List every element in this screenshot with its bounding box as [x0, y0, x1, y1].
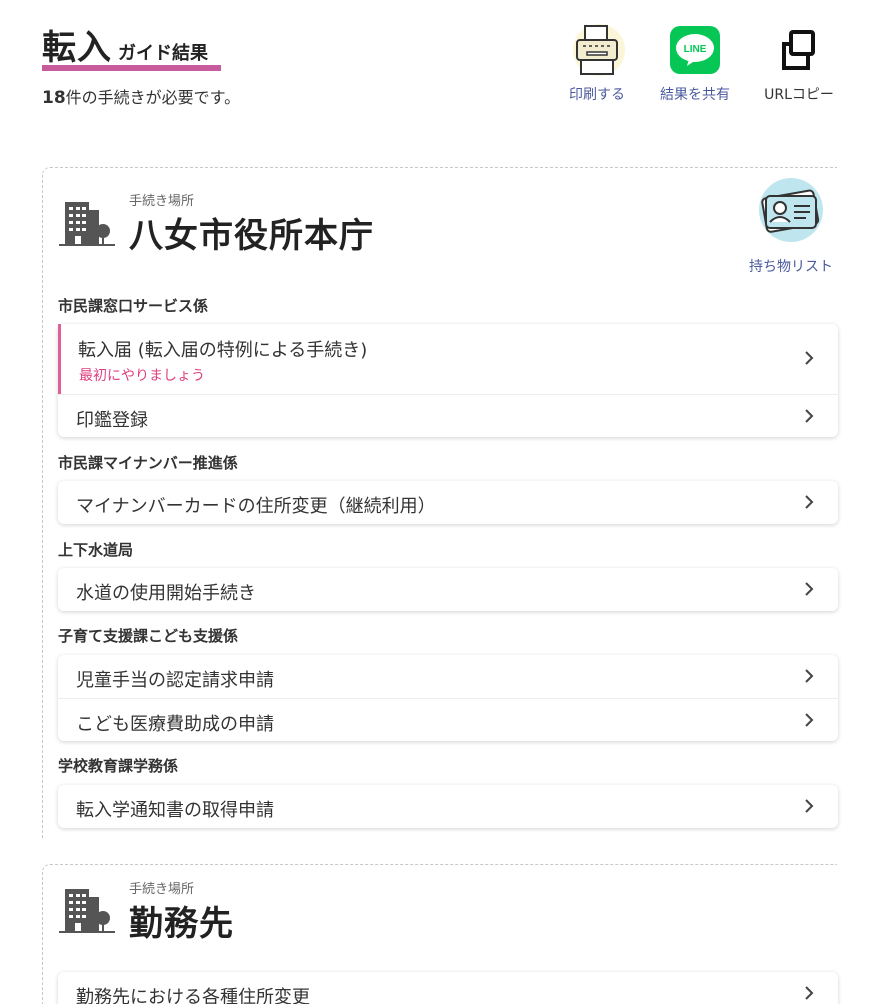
page-header: 転入 ガイド結果 18件の手続きが必要です。 印刷する LINE 結果を共有 U…	[0, 0, 889, 120]
procedure-card: 水道の使用開始手続き	[58, 568, 838, 611]
procedure-item-child-allowance[interactable]: 児童手当の認定請求申請	[58, 655, 838, 698]
procedure-count-suffix: 件の手続きが必要です。	[65, 88, 241, 107]
action-toolbar: 印刷する LINE 結果を共有 URLコピー	[556, 22, 856, 112]
procedure-card: 転入学通知書の取得申請	[58, 785, 838, 828]
place-section-city-hall: 手続き場所 八女市役所本庁 持ち物リスト 市民課窓口サービス係 転入届 (転入届…	[42, 167, 838, 839]
svg-text:LINE: LINE	[684, 44, 707, 55]
chevron-right-icon	[805, 409, 814, 423]
page-title-sub: ガイド結果	[118, 43, 208, 64]
chevron-right-icon	[805, 986, 814, 1000]
place-name: 勤務先	[129, 904, 234, 944]
procedure-item-label: 勤務先における各種住所変更	[76, 987, 310, 1004]
place-caption: 手続き場所	[129, 194, 195, 209]
procedure-card: 転入届 (転入届の特例による手続き) 最初にやりましょう 印鑑登録	[58, 324, 838, 437]
building-icon	[59, 198, 115, 250]
chevron-right-icon	[805, 799, 814, 813]
page-title-main: 転入	[42, 28, 112, 68]
procedure-item-seal-registration[interactable]: 印鑑登録	[58, 394, 838, 437]
procedure-card: 勤務先における各種住所変更	[58, 972, 838, 1004]
procedure-count: 18	[42, 88, 66, 108]
chevron-right-icon	[805, 351, 814, 365]
procedure-item-label: 水道の使用開始手続き	[76, 583, 256, 604]
procedure-item-label: 印鑑登録	[76, 410, 148, 431]
copy-icon	[771, 22, 827, 78]
procedure-item-workplace-address-change[interactable]: 勤務先における各種住所変更	[58, 972, 838, 1004]
title-underline	[42, 65, 221, 71]
print-label: 印刷する	[569, 87, 625, 103]
printer-icon	[569, 22, 625, 78]
print-button[interactable]: 印刷する	[552, 22, 642, 104]
procedure-item-label: マイナンバーカードの住所変更（継続利用）	[76, 496, 436, 517]
procedure-item-school-transfer[interactable]: 転入学通知書の取得申請	[58, 785, 838, 828]
department-heading: 子育て支援課こども支援係	[58, 627, 239, 645]
page-title: 転入 ガイド結果	[42, 20, 208, 69]
procedure-item-my-number-address[interactable]: マイナンバーカードの住所変更（継続利用）	[58, 481, 838, 524]
belongings-list-button[interactable]: 持ち物リスト	[745, 178, 837, 276]
procedure-item-label: 転入学通知書の取得申請	[76, 800, 274, 821]
chevron-right-icon	[805, 495, 814, 509]
priority-note: 最初にやりましょう	[79, 368, 205, 384]
procedure-item-moving-in-notice[interactable]: 転入届 (転入届の特例による手続き) 最初にやりましょう	[58, 324, 838, 394]
procedure-item-child-medical-subsidy[interactable]: こども医療費助成の申請	[58, 698, 838, 741]
department-heading: 市民課窓口サービス係	[58, 297, 209, 315]
chevron-right-icon	[805, 713, 814, 727]
procedure-item-label: 児童手当の認定請求申請	[76, 670, 274, 691]
department-heading: 上下水道局	[58, 541, 134, 559]
id-card-icon	[759, 178, 823, 242]
line-icon: LINE	[667, 22, 723, 78]
procedure-item-water-start[interactable]: 水道の使用開始手続き	[58, 568, 838, 611]
chevron-right-icon	[805, 582, 814, 596]
url-copy-label: URLコピー	[764, 87, 834, 103]
procedure-card: 児童手当の認定請求申請 こども医療費助成の申請	[58, 655, 838, 741]
place-caption: 手続き場所	[129, 882, 195, 897]
place-name: 八女市役所本庁	[129, 216, 374, 256]
line-share-button[interactable]: LINE 結果を共有	[650, 22, 740, 104]
place-section-workplace: 手続き場所 勤務先 勤務先における各種住所変更	[42, 864, 838, 1004]
procedure-item-label: こども医療費助成の申請	[76, 714, 274, 735]
chevron-right-icon	[805, 669, 814, 683]
department-heading: 学校教育課学務係	[58, 757, 179, 775]
line-share-label: 結果を共有	[660, 87, 730, 103]
belongings-list-label: 持ち物リスト	[749, 259, 833, 275]
procedure-summary: 18件の手続きが必要です。	[42, 84, 240, 108]
department-heading: 市民課マイナンバー推進係	[58, 454, 238, 472]
procedure-card: マイナンバーカードの住所変更（継続利用）	[58, 481, 838, 524]
url-copy-button[interactable]: URLコピー	[754, 22, 844, 104]
building-icon	[59, 885, 115, 937]
procedure-item-label: 転入届 (転入届の特例による手続き)	[78, 340, 368, 361]
